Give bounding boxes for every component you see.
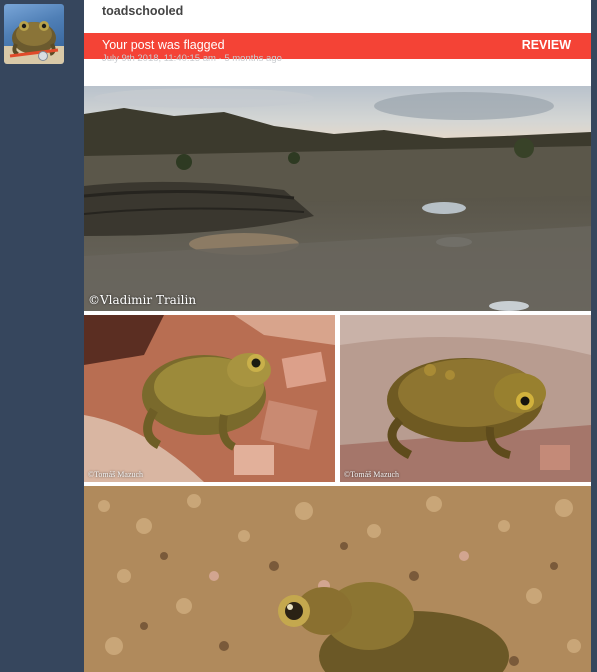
post-username[interactable]: toadschooled [102,4,183,18]
photo-toad-in-sand[interactable] [84,486,591,672]
post-card: toadschooled Your post was flagged REVIE… [84,0,591,672]
photo-credit: ©Vladimir Trailin [88,293,197,307]
avatar-status-icon [38,51,48,61]
photo-credit: ©Tomáš Mazuch [88,470,144,479]
flag-message: Your post was flagged [102,38,225,52]
photo-landscape[interactable]: ©Vladimir Trailin [84,86,591,311]
post-timestamp: July 9th 2018, 11:40:15 am · 5 months ag… [102,53,282,64]
avatar[interactable] [4,4,64,64]
toad-avatar-icon [4,21,64,64]
photo-toad-on-rocks[interactable]: ©Tomáš Mazuch [84,315,335,482]
photo-credit: ©Tomáš Mazuch [344,470,400,479]
toad-image [84,315,335,482]
review-button[interactable]: REVIEW [522,38,571,52]
toad-image [340,315,591,482]
toad-image [84,486,591,672]
landscape-image [84,86,591,311]
photo-toad-on-stone[interactable]: ©Tomáš Mazuch [340,315,591,482]
